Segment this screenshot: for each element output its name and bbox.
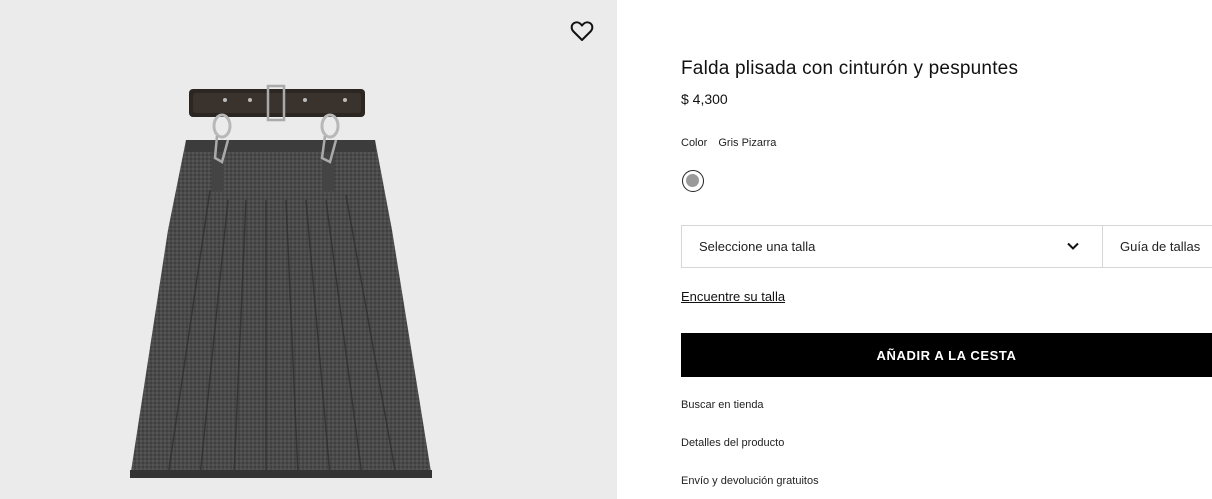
- product-title: Falda plisada con cinturón y pespuntes: [681, 58, 1019, 79]
- product-image[interactable]: [0, 0, 617, 499]
- product-gallery: [0, 0, 617, 499]
- color-label: Color: [681, 137, 708, 149]
- favorite-button[interactable]: [569, 19, 595, 43]
- free-shipping-link[interactable]: Envío y devolución gratuitos: [681, 475, 819, 487]
- product-info-panel: Falda plisada con cinturón y pespuntes $…: [681, 0, 1212, 499]
- find-in-store-link[interactable]: Buscar en tienda: [681, 399, 764, 411]
- product-details-link[interactable]: Detalles del producto: [681, 437, 784, 449]
- swatch-fill: [686, 174, 699, 187]
- color-row: Color Gris Pizarra: [681, 137, 776, 149]
- color-swatch-gris-pizarra[interactable]: [682, 170, 704, 192]
- color-value: Gris Pizarra: [718, 137, 777, 149]
- size-selector-box: Seleccione una talla Guía de tallas: [681, 225, 1212, 268]
- product-price: $ 4,300: [681, 91, 728, 107]
- add-to-cart-button[interactable]: AÑADIR A LA CESTA: [681, 333, 1212, 377]
- heart-icon: [570, 21, 594, 41]
- size-select[interactable]: Seleccione una talla: [682, 226, 1102, 267]
- divider: [1102, 226, 1103, 267]
- chevron-down-icon: [1067, 242, 1079, 250]
- find-your-size-link[interactable]: Encuentre su talla: [681, 289, 785, 304]
- size-select-label: Seleccione una talla: [699, 239, 816, 254]
- size-guide-link[interactable]: Guía de tallas: [1120, 239, 1200, 254]
